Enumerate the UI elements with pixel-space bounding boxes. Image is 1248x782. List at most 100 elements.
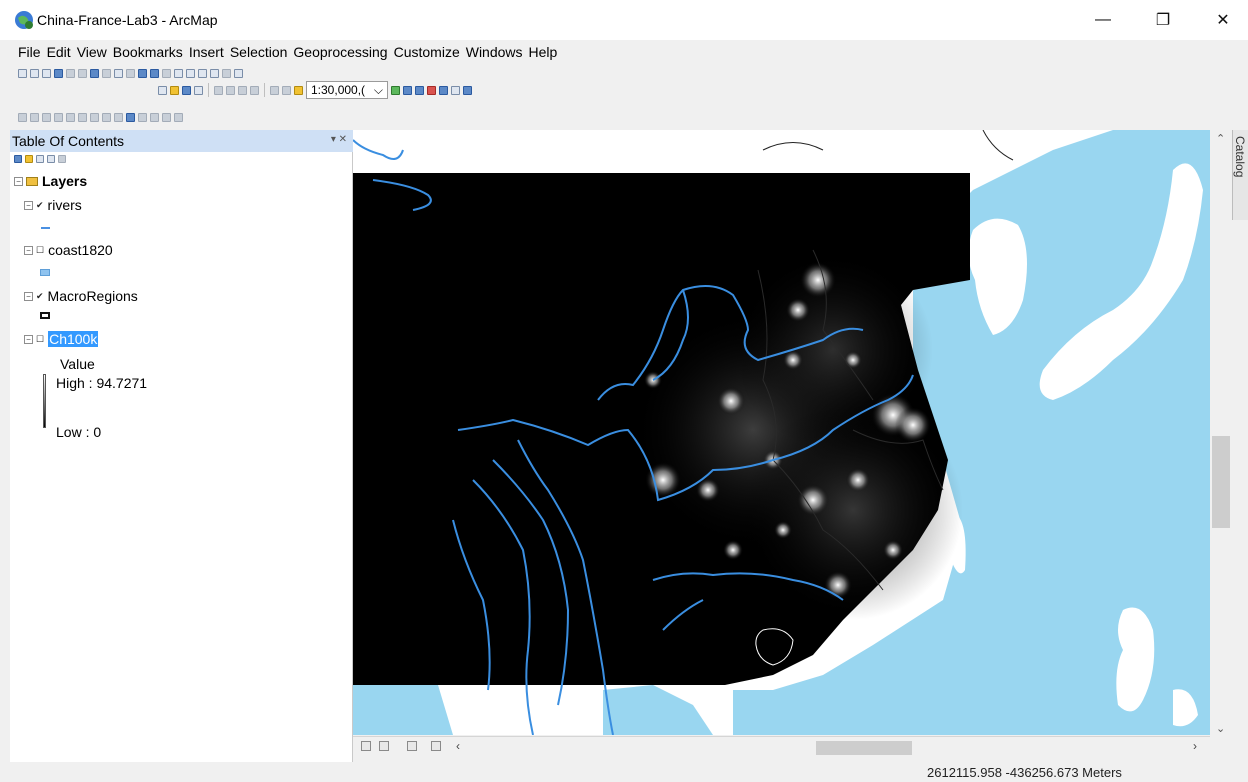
- rotate-icon[interactable]: [30, 112, 39, 122]
- toc-layer-macroregions[interactable]: − ✔ MacroRegions: [24, 288, 138, 304]
- full-extent-icon[interactable]: [54, 68, 63, 78]
- new-rectangle-icon[interactable]: [42, 112, 51, 122]
- minimize-button[interactable]: —: [1080, 0, 1126, 40]
- toc-pin-close-icon[interactable]: ▾ ✕: [331, 134, 347, 145]
- scroll-up-icon[interactable]: ⌃: [1216, 132, 1225, 145]
- new-document-icon[interactable]: [158, 85, 167, 95]
- fill-color-icon[interactable]: [126, 112, 135, 122]
- order-icon[interactable]: [174, 112, 183, 122]
- bold-icon[interactable]: [78, 112, 87, 122]
- toc-layer-ch100k[interactable]: − ☐ Ch100k: [24, 331, 99, 347]
- add-data-icon[interactable]: [294, 85, 303, 95]
- layer-name[interactable]: rivers: [48, 197, 82, 213]
- menu-file[interactable]: File: [18, 44, 47, 62]
- line-color-icon[interactable]: [138, 112, 147, 122]
- undo-icon[interactable]: [270, 85, 279, 95]
- data-view-icon[interactable]: [361, 741, 371, 751]
- zoom-in-icon[interactable]: [18, 68, 27, 78]
- viewer-icon[interactable]: [222, 68, 231, 78]
- catalog-window-icon[interactable]: [415, 85, 424, 95]
- collapse-icon[interactable]: −: [24, 245, 33, 255]
- find-icon[interactable]: [186, 68, 195, 78]
- map-canvas[interactable]: [353, 130, 1210, 735]
- cut-icon[interactable]: [214, 85, 223, 95]
- html-popup-icon[interactable]: [162, 68, 171, 78]
- menu-customize[interactable]: Customize: [394, 44, 466, 62]
- map-vertical-scrollbar[interactable]: [1210, 130, 1232, 740]
- arctoolbox-icon[interactable]: [439, 85, 448, 95]
- layer-name[interactable]: coast1820: [48, 242, 113, 258]
- layer-visibility-checkbox[interactable]: ✔: [36, 200, 44, 211]
- layer-visibility-checkbox[interactable]: ✔: [36, 291, 44, 302]
- copy-icon[interactable]: [226, 85, 235, 95]
- new-text-icon[interactable]: [54, 112, 63, 122]
- save-icon[interactable]: [182, 85, 191, 95]
- scroll-down-icon[interactable]: ⌄: [1216, 722, 1225, 735]
- layer-name-selected[interactable]: Ch100k: [48, 331, 99, 347]
- menu-insert[interactable]: Insert: [189, 44, 230, 62]
- toc-options-icon[interactable]: [58, 155, 66, 163]
- menu-bookmarks[interactable]: Bookmarks: [113, 44, 189, 62]
- collapse-icon[interactable]: −: [24, 200, 33, 210]
- fixed-zoom-out-icon[interactable]: [78, 68, 87, 78]
- identify-icon[interactable]: [150, 68, 159, 78]
- search-window-icon[interactable]: [427, 85, 436, 95]
- draw-tool-icon[interactable]: [18, 112, 27, 122]
- maximize-button[interactable]: ❐: [1140, 0, 1186, 40]
- font-icon[interactable]: [66, 112, 75, 122]
- table-of-contents-icon[interactable]: [403, 85, 412, 95]
- map-view[interactable]: [353, 130, 1210, 735]
- time-slider-icon[interactable]: [210, 68, 219, 78]
- menu-geoprocessing[interactable]: Geoprocessing: [293, 44, 393, 62]
- back-extent-icon[interactable]: [90, 68, 99, 78]
- toc-layer-rivers[interactable]: − ✔ rivers: [24, 197, 82, 213]
- scroll-left-icon[interactable]: ‹: [456, 739, 460, 753]
- fixed-zoom-in-icon[interactable]: [66, 68, 75, 78]
- select-elements-icon[interactable]: [138, 68, 147, 78]
- refresh-view-icon[interactable]: [407, 741, 417, 751]
- collapse-icon[interactable]: −: [14, 176, 23, 186]
- horizontal-scroll-thumb[interactable]: [816, 741, 912, 755]
- toc-layers-root[interactable]: − Layers: [14, 173, 87, 189]
- modelbuilder-icon[interactable]: [463, 85, 472, 95]
- redo-icon[interactable]: [282, 85, 291, 95]
- list-by-selection-icon[interactable]: [47, 155, 55, 163]
- menu-edit[interactable]: Edit: [47, 44, 77, 62]
- layout-view-icon[interactable]: [379, 741, 389, 751]
- scroll-right-icon[interactable]: ›: [1193, 739, 1197, 753]
- menu-windows[interactable]: Windows: [466, 44, 529, 62]
- clear-selection-icon[interactable]: [126, 68, 135, 78]
- menu-view[interactable]: View: [77, 44, 113, 62]
- list-by-visibility-icon[interactable]: [36, 155, 44, 163]
- pause-drawing-icon[interactable]: [431, 741, 441, 751]
- zoom-out-icon[interactable]: [30, 68, 39, 78]
- pan-icon[interactable]: [42, 68, 51, 78]
- chevron-down-icon[interactable]: ⌵: [374, 83, 383, 98]
- font-color-icon[interactable]: [114, 112, 123, 122]
- toc-layer-coast1820[interactable]: − ☐ coast1820: [24, 242, 113, 258]
- print-icon[interactable]: [194, 85, 203, 95]
- list-by-source-icon[interactable]: [25, 155, 33, 163]
- python-window-icon[interactable]: [451, 85, 460, 95]
- select-features-icon[interactable]: [114, 68, 123, 78]
- delete-icon[interactable]: [250, 85, 259, 95]
- italic-icon[interactable]: [90, 112, 99, 122]
- editor-toolbar-icon[interactable]: [391, 85, 400, 95]
- close-button[interactable]: ✕: [1200, 0, 1246, 40]
- catalog-tab-label[interactable]: Catalog: [1233, 136, 1247, 177]
- collapse-icon[interactable]: −: [24, 291, 33, 301]
- go-to-xy-icon[interactable]: [198, 68, 207, 78]
- marker-color-icon[interactable]: [150, 112, 159, 122]
- menu-help[interactable]: Help: [529, 44, 564, 62]
- create-viewer-icon[interactable]: [234, 68, 243, 78]
- forward-extent-icon[interactable]: [102, 68, 111, 78]
- layer-visibility-checkbox[interactable]: ☐: [36, 334, 44, 345]
- map-scale-combobox[interactable]: 1:30,000,( ⌵: [306, 81, 388, 99]
- measure-icon[interactable]: [174, 68, 183, 78]
- open-icon[interactable]: [170, 85, 179, 95]
- list-by-drawing-order-icon[interactable]: [14, 155, 22, 163]
- underline-icon[interactable]: [102, 112, 111, 122]
- layer-name[interactable]: MacroRegions: [48, 288, 138, 304]
- vertical-scroll-thumb[interactable]: [1212, 436, 1230, 528]
- menu-selection[interactable]: Selection: [230, 44, 294, 62]
